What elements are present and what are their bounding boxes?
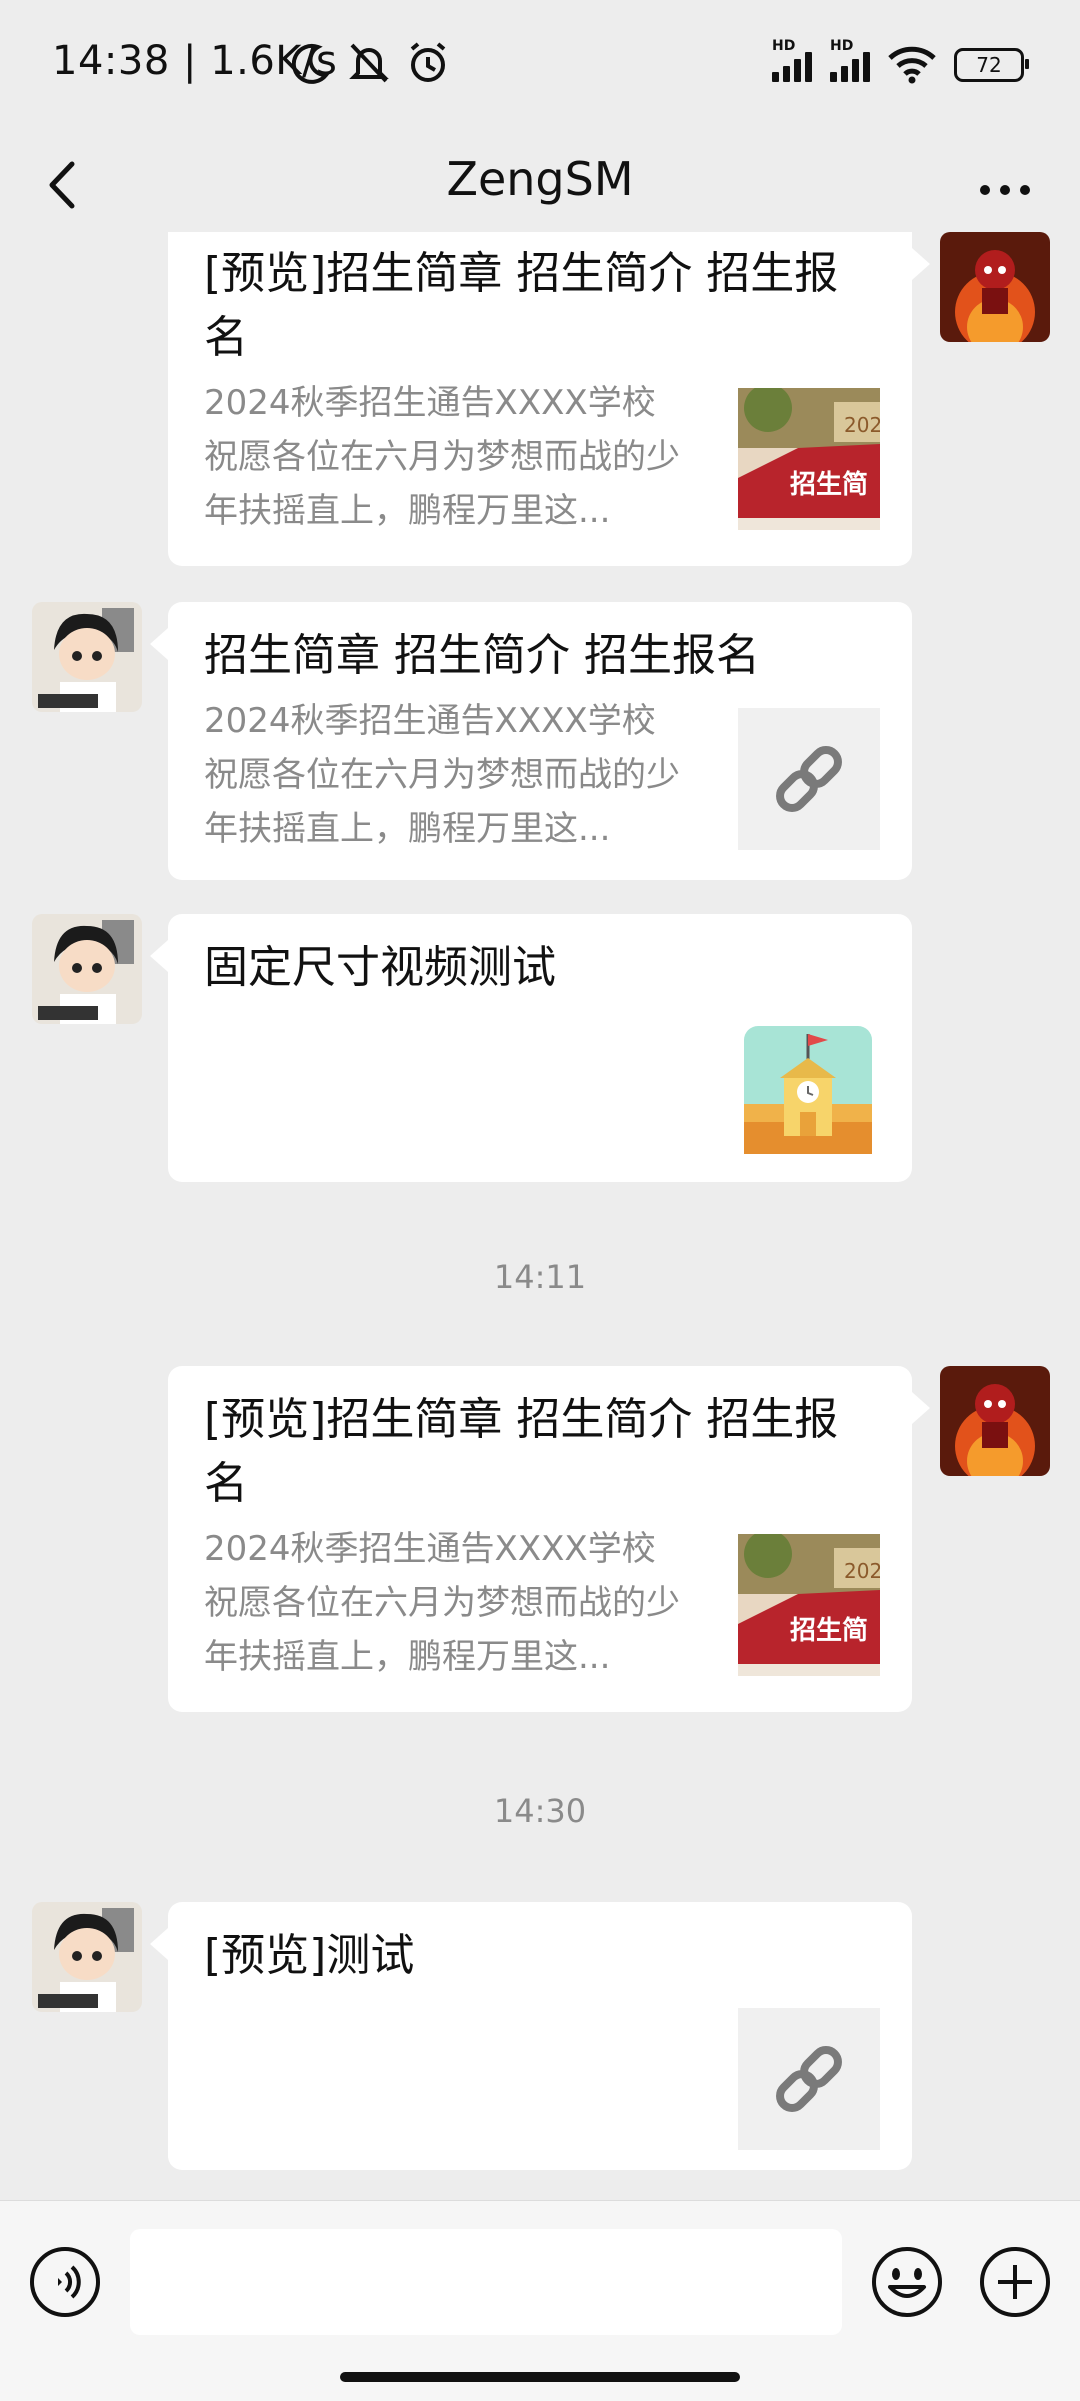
message-input[interactable] (130, 2229, 842, 2335)
chat-title: ZengSM (446, 152, 634, 206)
bubble-tail (150, 940, 168, 972)
chat-timestamp: 14:11 (493, 1258, 587, 1296)
chat-header: ZengSM (0, 130, 1080, 240)
message-list[interactable]: [预览]招生简章 招生简介 招生报名 2024秋季招生通告XXXX学校祝愿各位在… (0, 232, 1080, 2200)
chat-timestamp: 14:30 (493, 1792, 587, 1830)
poster-year: 202 (844, 413, 880, 437)
link-card-message[interactable]: [预览]测试 (168, 1902, 912, 2170)
home-indicator[interactable] (340, 2372, 740, 2382)
battery-icon: 72 (954, 48, 1029, 82)
alarm-icon (410, 42, 446, 82)
hd-label: HD (772, 38, 796, 54)
hd-label-2: HD (830, 38, 854, 54)
voice-input-icon[interactable] (28, 2245, 102, 2319)
signal-icon-2: HD (830, 38, 870, 82)
link-card-message[interactable]: [预览]招生简章 招生简介 招生报名 2024秋季招生通告XXXX学校祝愿各位在… (168, 232, 912, 566)
link-icon (738, 2008, 880, 2150)
input-bar (0, 2200, 1080, 2401)
bubble-tail (912, 248, 930, 280)
status-right-icons: HD HD 72 (772, 38, 1029, 90)
card-description: 2024秋季招生通告XXXX学校祝愿各位在六月为梦想而战的少年扶摇直上，鹏程万里… (204, 1529, 680, 1677)
poster-text: 招生简 (790, 1615, 868, 1646)
signal-icon: HD (772, 38, 812, 82)
poster-thumbnail: 202 招生简 (738, 1534, 880, 1676)
link-icon (738, 708, 880, 850)
poster-text: 招生简 (790, 469, 868, 500)
status-left-icons (292, 38, 450, 88)
avatar-contact[interactable] (32, 914, 142, 1024)
bubble-tail (912, 1392, 930, 1424)
bubble-tail (150, 628, 168, 660)
card-description: 2024秋季招生通告XXXX学校祝愿各位在六月为梦想而战的少年扶摇直上，鹏程万里… (204, 383, 680, 531)
moon-icon (292, 43, 331, 84)
card-title: [预览]招生简章 招生简介 招生报名 (204, 248, 839, 363)
emoji-icon[interactable] (870, 2245, 944, 2319)
card-title: 招生简章 招生简介 招生报名 (204, 630, 760, 681)
clock: 14:38 (52, 38, 170, 84)
card-title: [预览]测试 (204, 1930, 415, 1981)
link-card-message[interactable]: [预览]招生简章 招生简介 招生报名 2024秋季招生通告XXXX学校祝愿各位在… (168, 1366, 912, 1712)
card-title: 固定尺寸视频测试 (204, 942, 556, 993)
status-bar: 14:38 | 1.6K/s HD HD 72 (0, 0, 1080, 130)
avatar-contact[interactable] (32, 602, 142, 712)
avatar-self[interactable] (940, 232, 1050, 342)
avatar-contact[interactable] (32, 1902, 142, 2012)
poster-thumbnail: 202 招生简 (738, 388, 880, 530)
bell-off-icon (349, 43, 389, 83)
poster-year: 202 (844, 1559, 880, 1583)
battery-level: 72 (976, 53, 1002, 77)
link-card-message[interactable]: 招生简章 招生简介 招生报名 2024秋季招生通告XXXX学校祝愿各位在六月为梦… (168, 602, 912, 880)
card-description: 2024秋季招生通告XXXX学校祝愿各位在六月为梦想而战的少年扶摇直上，鹏程万里… (204, 701, 680, 849)
plus-icon[interactable] (978, 2245, 1052, 2319)
wifi-icon (888, 46, 936, 84)
bubble-tail (150, 1928, 168, 1960)
mini-program-card-message[interactable]: 固定尺寸视频测试 (168, 914, 912, 1182)
school-icon (744, 1026, 872, 1154)
card-title: [预览]招生简章 招生简介 招生报名 (204, 1394, 839, 1509)
more-icon[interactable] (970, 150, 1040, 220)
avatar-self[interactable] (940, 1366, 1050, 1476)
